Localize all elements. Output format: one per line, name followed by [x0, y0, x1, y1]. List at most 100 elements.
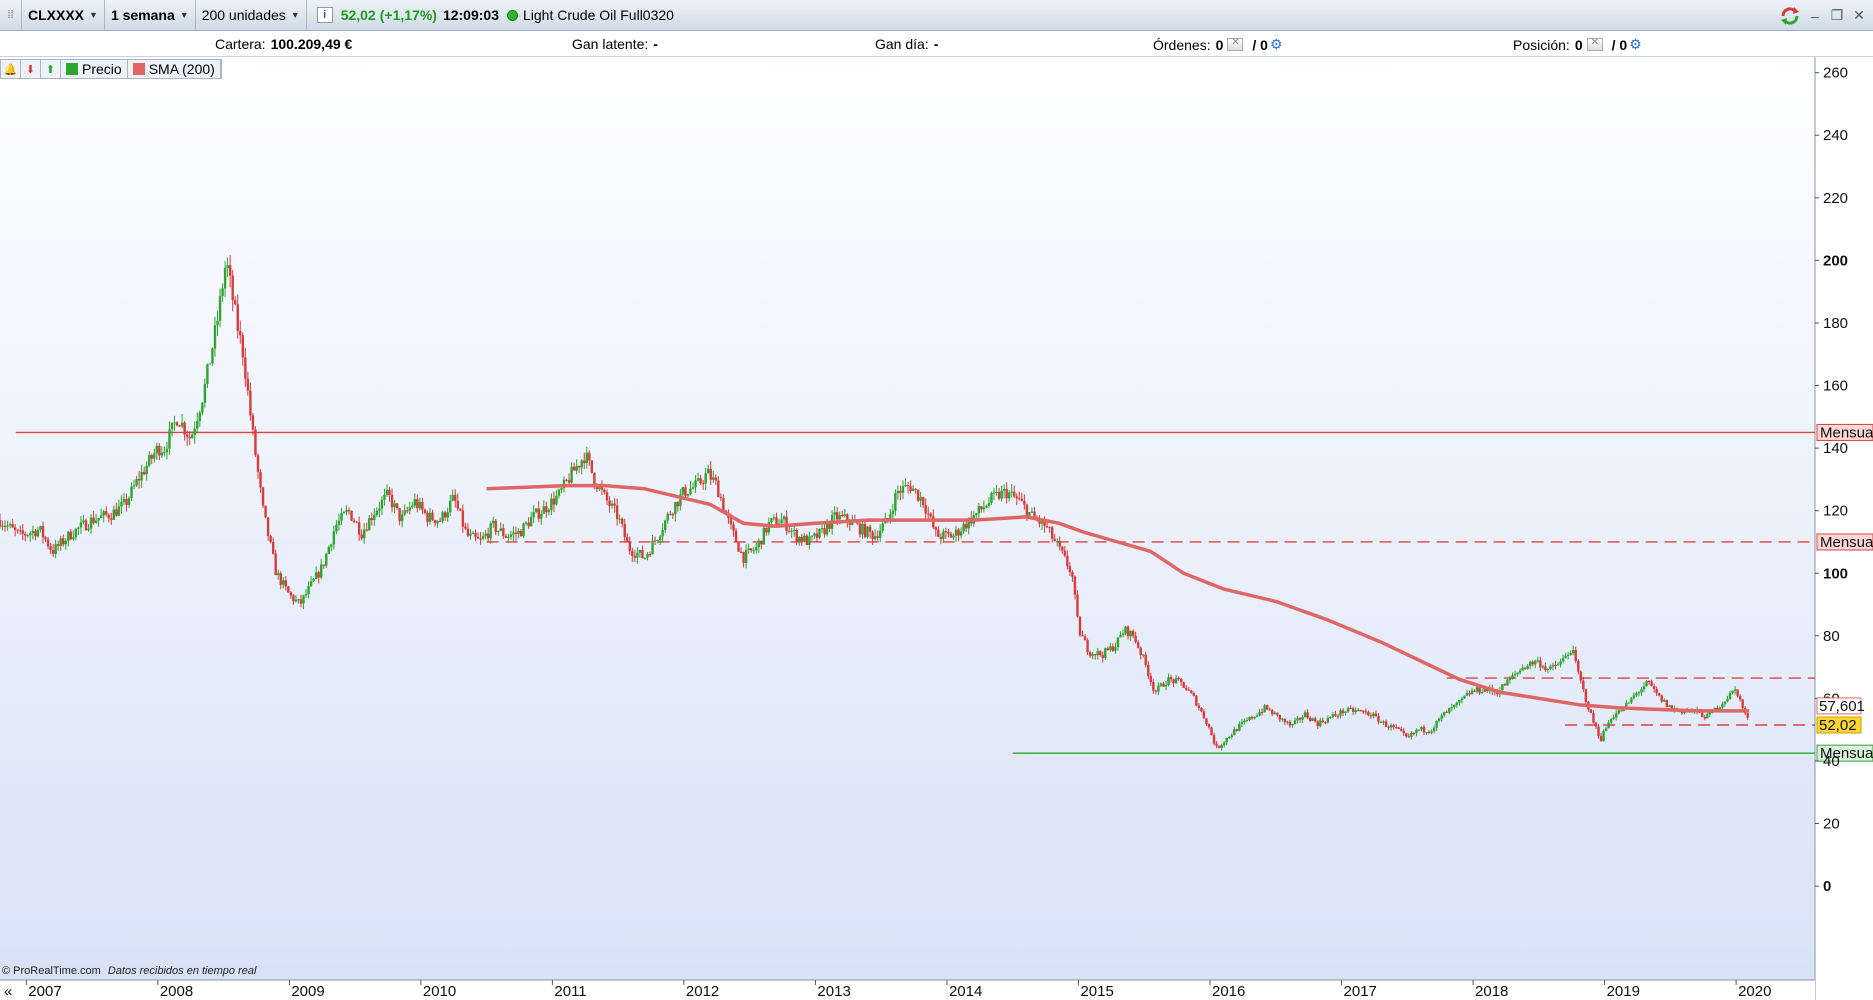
bell-icon[interactable]: 🔔 [1, 60, 21, 78]
candle-body [975, 513, 978, 516]
candle-body [226, 265, 229, 269]
candle-body [1655, 688, 1658, 694]
candle-body [1645, 681, 1648, 687]
candle-body [732, 524, 735, 531]
scroll-left-icon[interactable]: « [4, 983, 12, 1000]
candle-body [196, 421, 199, 429]
candle-body [843, 514, 846, 516]
price-chart[interactable]: MensualMensualMensual 020406080100120140… [0, 57, 1873, 1000]
candle-body [719, 497, 723, 499]
candle-body [264, 505, 267, 518]
y-tick-label: 40 [1823, 753, 1840, 770]
ordenes-label: Órdenes: [1153, 36, 1211, 53]
candle-body [980, 506, 983, 510]
gear-icon[interactable]: ⚙ [1270, 36, 1283, 53]
candle-body [492, 520, 495, 524]
candle-body [380, 499, 384, 509]
chart-panel[interactable]: MensualMensualMensual 020406080100120140… [0, 57, 1873, 1000]
candle-body [863, 523, 867, 537]
candle-body [643, 557, 647, 559]
candle-body [1076, 594, 1079, 617]
close-button[interactable]: ✕ [1851, 7, 1867, 24]
minimize-button[interactable]: – [1807, 8, 1823, 24]
symbol-selector[interactable]: CLXXXX ▼ [22, 0, 105, 31]
candle-body [1296, 718, 1299, 721]
candle-body [299, 599, 303, 604]
candle-body [185, 434, 189, 437]
candle-body [1584, 689, 1588, 702]
candle-body [117, 506, 121, 516]
candle-body [1210, 727, 1213, 736]
gear-icon[interactable]: ⚙ [1629, 36, 1642, 53]
units-label: 200 unidades [201, 7, 286, 23]
candle-body [1286, 721, 1289, 723]
units-selector[interactable]: 200 unidades ▼ [196, 0, 307, 31]
sell-arrow-icon[interactable]: ⬇ [21, 60, 41, 78]
candle-body [828, 523, 831, 529]
buy-arrow-icon[interactable]: ⬆ [41, 60, 61, 78]
candle-body [1554, 665, 1557, 667]
candle-body [861, 523, 864, 535]
candle-body [1197, 705, 1201, 708]
candle-body [72, 537, 75, 540]
candle-body [1597, 726, 1600, 737]
close-position-icon[interactable] [1586, 37, 1603, 51]
candle-body [1235, 729, 1239, 731]
candle-body [69, 531, 73, 540]
candle-body [383, 494, 386, 500]
candle-body [173, 422, 176, 424]
y-tick-label: 120 [1823, 503, 1848, 520]
timeframe-selector[interactable]: 1 semana ▼ [105, 0, 196, 31]
candle-body [499, 528, 502, 531]
legend-item-sma[interactable]: SMA (200) [128, 60, 221, 78]
candle-body [921, 497, 925, 506]
sync-icon[interactable] [1779, 5, 1801, 27]
candle-body [1319, 720, 1322, 727]
candle-body [1129, 630, 1132, 637]
candle-body [403, 510, 406, 515]
cancel-orders-icon[interactable] [1227, 37, 1244, 51]
candle-body [26, 535, 30, 537]
gan-latente-value: - [653, 36, 658, 52]
candle-body [1731, 690, 1734, 694]
restore-button[interactable]: ❐ [1829, 7, 1845, 24]
candle-body [694, 480, 697, 488]
candle-body [451, 494, 454, 501]
candle-body [406, 510, 409, 512]
candle-body [11, 524, 14, 528]
candle-body [1534, 660, 1537, 665]
grip-icon[interactable]: ⁞⁞ [0, 0, 22, 31]
price-tag-label: 52,02 [1819, 717, 1857, 734]
candle-body [378, 508, 381, 511]
ordenes: Órdenes: 0 / 0 ⚙ [1153, 36, 1283, 53]
candle-body [747, 548, 750, 550]
candle-body [49, 546, 52, 550]
candle-body [1058, 541, 1061, 547]
candle-body [416, 499, 419, 509]
candle-body [64, 540, 67, 545]
candle-body [669, 513, 672, 515]
candle-body [466, 528, 470, 536]
candle-body [259, 471, 262, 488]
candle-body [150, 455, 153, 459]
candle-body [502, 528, 505, 536]
candle-body [1723, 701, 1727, 704]
candle-body [363, 529, 366, 539]
candle-body [803, 535, 806, 542]
candle-body [234, 300, 237, 305]
candle-body [1134, 635, 1137, 643]
candle-body [1182, 681, 1185, 688]
candle-body [1091, 653, 1094, 656]
candle-body [590, 460, 594, 473]
candle-body [1405, 733, 1408, 737]
x-tick-label: 2015 [1080, 983, 1113, 1000]
candle-body [456, 500, 459, 509]
x-tick-label: 2007 [28, 983, 61, 1000]
candle-body [1010, 491, 1013, 493]
candle-body [522, 523, 525, 537]
cartera: Cartera: 100.209,49 € [215, 36, 352, 52]
info-icon[interactable]: i [316, 7, 333, 23]
candle-body [160, 452, 164, 456]
gan-dia-value: - [933, 36, 939, 52]
legend-item-price[interactable]: Precio [61, 60, 128, 78]
